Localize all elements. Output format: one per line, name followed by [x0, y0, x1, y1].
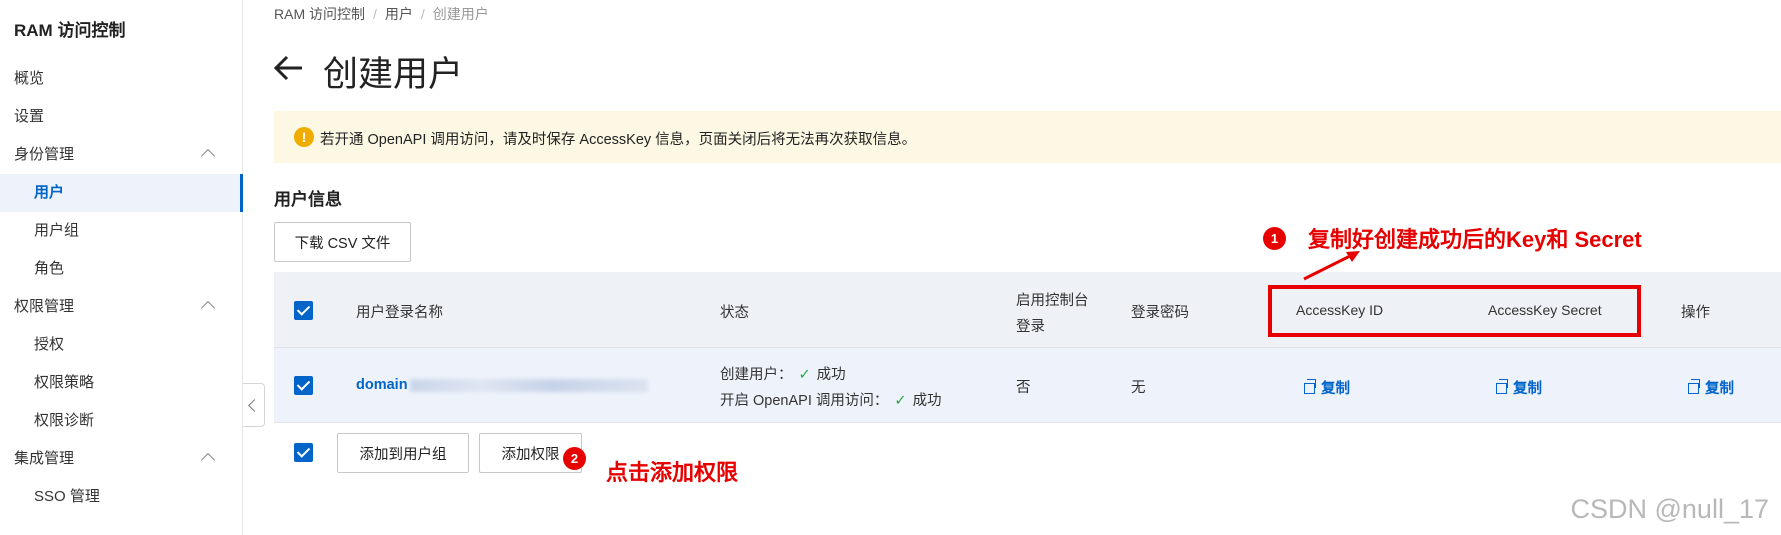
sidebar-group-label: 集成管理: [14, 450, 75, 467]
redacted-text: [409, 378, 648, 392]
select-all-checkbox[interactable]: [294, 301, 313, 320]
sidebar-group-identity[interactable]: 身份管理: [0, 136, 243, 174]
col-console-login-line1: 启用控制台: [1016, 293, 1089, 309]
col-password: 登录密码: [1131, 305, 1189, 321]
breadcrumb-separator: /: [420, 6, 425, 22]
sidebar-group-label: 身份管理: [14, 146, 75, 163]
user-login-link[interactable]: domain: [356, 377, 408, 393]
status-create-value: 成功: [816, 367, 846, 383]
annotation-badge-1: 1: [1263, 227, 1286, 250]
annotation-text-2: 点击添加权限: [606, 460, 739, 485]
sidebar: RAM 访问控制 概览 设置 身份管理 用户 用户组 角色 权限管理 授权 权限…: [0, 0, 243, 535]
sidebar-item-settings[interactable]: 设置: [0, 98, 243, 136]
col-status: 状态: [720, 305, 749, 321]
breadcrumb-separator: /: [373, 6, 377, 22]
download-csv-button[interactable]: 下载 CSV 文件: [274, 222, 411, 262]
app-title: RAM 访问控制: [14, 21, 126, 40]
copy-icon: [1304, 379, 1316, 394]
warning-icon: !: [294, 127, 314, 147]
breadcrumb-item-ram[interactable]: RAM 访问控制: [274, 6, 365, 22]
sidebar-item-overview[interactable]: 概览: [0, 60, 243, 98]
breadcrumb-item-users[interactable]: 用户: [385, 6, 413, 22]
back-arrow-icon[interactable]: [272, 51, 306, 85]
sidebar-item-policies[interactable]: 权限策略: [0, 364, 243, 402]
copy-label: 复制: [1513, 381, 1542, 397]
status-create: 创建用户： ✓ 成功: [720, 363, 846, 384]
breadcrumb-item-current: 创建用户: [432, 6, 489, 22]
user-login-name[interactable]: domain: [356, 377, 648, 393]
sidebar-item-diagnosis[interactable]: 权限诊断: [0, 402, 243, 440]
col-actions: 操作: [1681, 305, 1710, 321]
check-icon: ✓: [798, 367, 811, 383]
warning-alert: ! 若开通 OpenAPI 调用访问，请及时保存 AccessKey 信息，页面…: [274, 111, 1781, 163]
sidebar-group-integration[interactable]: 集成管理: [0, 440, 243, 478]
chevron-up-icon: [200, 452, 216, 468]
copy-label: 复制: [1705, 381, 1734, 397]
sidebar-item-users[interactable]: 用户: [0, 174, 243, 212]
watermark: CSDN @null_17: [1570, 494, 1770, 524]
chevron-up-icon: [200, 148, 216, 164]
col-login-name: 用户登录名称: [356, 305, 443, 321]
add-to-user-group-button[interactable]: 添加到用户组: [337, 433, 469, 473]
page-title: 创建用户: [323, 55, 464, 94]
alert-text: 若开通 OpenAPI 调用访问，请及时保存 AccessKey 信息，页面关闭…: [320, 132, 917, 148]
status-api-value: 成功: [912, 393, 942, 409]
section-title: 用户信息: [274, 190, 342, 209]
annotation-badge-2: 2: [563, 447, 586, 470]
sidebar-item-grants[interactable]: 授权: [0, 326, 243, 364]
col-console-login-line2: 登录: [1016, 319, 1045, 335]
status-create-label: 创建用户：: [720, 367, 793, 383]
check-icon: ✓: [894, 393, 907, 409]
copy-action-button[interactable]: 复制: [1688, 377, 1734, 398]
sidebar-item-roles[interactable]: 角色: [0, 250, 243, 288]
highlight-box: [1268, 285, 1641, 337]
row-checkbox[interactable]: [294, 376, 313, 395]
console-login-value: 否: [1016, 380, 1031, 396]
sidebar-group-label: 权限管理: [14, 298, 75, 315]
sidebar-collapse-button[interactable]: [243, 383, 265, 427]
copy-access-key-secret-button[interactable]: 复制: [1496, 377, 1542, 398]
annotation-text-1: 复制好创建成功后的Key和 Secret: [1308, 227, 1642, 252]
status-openapi: 开启 OpenAPI 调用访问： ✓ 成功: [720, 389, 942, 410]
sidebar-item-sso[interactable]: SSO 管理: [0, 478, 243, 516]
breadcrumb: RAM 访问控制 / 用户 / 创建用户: [274, 4, 489, 24]
copy-icon: [1496, 379, 1508, 394]
col-console-login: 启用控制台 登录: [1016, 289, 1089, 336]
copy-label: 复制: [1321, 381, 1350, 397]
table-row: domain 创建用户： ✓ 成功 开启 OpenAPI 调用访问： ✓ 成功 否 无 …: [274, 348, 1781, 423]
copy-access-key-id-button[interactable]: 复制: [1304, 377, 1350, 398]
status-api-label: 开启 OpenAPI 调用访问：: [720, 393, 889, 409]
sidebar-item-user-groups[interactable]: 用户组: [0, 212, 243, 250]
chevron-up-icon: [200, 300, 216, 316]
bulk-select-checkbox[interactable]: [294, 443, 313, 462]
copy-icon: [1688, 379, 1700, 394]
sidebar-group-permissions[interactable]: 权限管理: [0, 288, 243, 326]
password-value: 无: [1131, 380, 1146, 396]
